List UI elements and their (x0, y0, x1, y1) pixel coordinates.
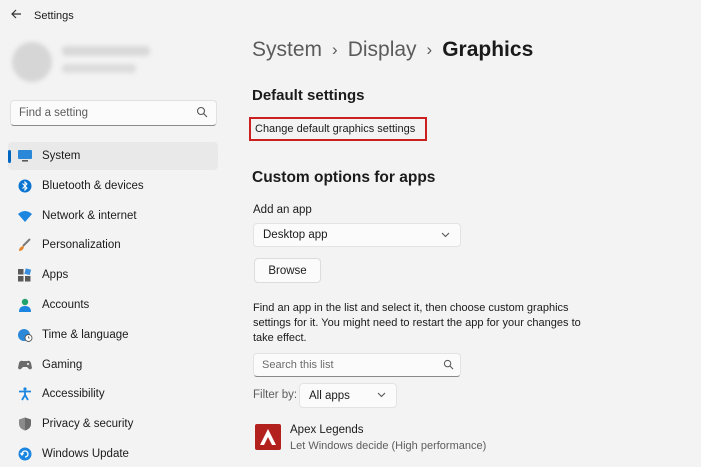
user-name-redacted (62, 46, 150, 56)
find-setting-placeholder: Find a setting (19, 107, 89, 119)
filter-by-label: Filter by: (253, 389, 298, 401)
apex-legends-icon (255, 424, 281, 450)
breadcrumb-system[interactable]: System (252, 38, 322, 62)
sidebar-item-label: Windows Update (42, 447, 129, 460)
update-icon (18, 447, 32, 461)
page-title: Graphics (442, 38, 534, 61)
sidebar-item-label: Privacy & security (42, 418, 134, 431)
search-icon (443, 359, 454, 370)
apps-icon (18, 268, 32, 282)
change-default-graphics-label: Change default graphics settings (255, 123, 416, 135)
gamepad-icon (18, 360, 32, 369)
sidebar-item-label: Network & internet (42, 209, 137, 222)
instructions-text: Find an app in the list and select it, t… (253, 302, 581, 344)
sidebar-item-label: Personalization (42, 239, 121, 252)
sidebar-nav: System Bluetooth & devices Network & int… (8, 142, 218, 467)
back-button[interactable] (6, 4, 26, 24)
custom-options-heading: Custom options for apps (252, 169, 436, 186)
chevron-down-icon (377, 392, 386, 398)
browse-button[interactable]: Browse (254, 258, 321, 283)
breadcrumb: System › Display › Graphics (252, 38, 533, 62)
sidebar-item-windows-update[interactable]: Windows Update (8, 440, 218, 467)
title-bar: Settings (0, 0, 701, 30)
sidebar-item-accounts[interactable]: Accounts (8, 291, 218, 319)
app-title: Settings (34, 10, 74, 22)
sidebar-item-label: Gaming (42, 358, 83, 371)
chevron-down-icon (441, 232, 450, 238)
browse-button-label: Browse (268, 264, 307, 277)
app-type-dropdown[interactable]: Desktop app (253, 223, 461, 247)
add-app-label: Add an app (253, 204, 312, 216)
search-list-placeholder: Search this list (262, 359, 334, 371)
brush-icon (19, 238, 31, 252)
sidebar-item-privacy-security[interactable]: Privacy & security (8, 410, 218, 438)
wifi-icon (18, 210, 32, 222)
find-setting-input[interactable]: Find a setting (10, 100, 217, 126)
bluetooth-icon (18, 179, 32, 193)
breadcrumb-display[interactable]: Display (348, 38, 417, 62)
sidebar-item-accessibility[interactable]: Accessibility (8, 380, 218, 408)
sidebar-item-system[interactable]: System (8, 142, 218, 170)
sidebar-item-label: Accessibility (42, 388, 105, 401)
sidebar-item-time-language[interactable]: Time & language (8, 321, 218, 349)
sidebar-item-apps[interactable]: Apps (8, 261, 218, 289)
filter-value: All apps (309, 389, 350, 402)
sidebar-item-label: Apps (42, 269, 69, 282)
sidebar-item-label: Bluetooth & devices (42, 179, 144, 192)
sidebar-item-bluetooth[interactable]: Bluetooth & devices (8, 172, 218, 200)
globe-clock-icon (18, 328, 33, 342)
sidebar-item-label: System (42, 150, 81, 162)
sidebar-item-gaming[interactable]: Gaming (8, 351, 218, 379)
monitor-icon (18, 150, 32, 162)
person-icon (19, 298, 31, 312)
back-arrow-icon (11, 9, 21, 19)
app-type-value: Desktop app (263, 229, 328, 241)
sidebar-item-personalization[interactable]: Personalization (8, 231, 218, 259)
shield-icon (19, 417, 31, 431)
app-list-item[interactable]: Apex Legends Let Windows decide (High pe… (253, 420, 553, 456)
breadcrumb-separator-icon: › (426, 40, 433, 59)
breadcrumb-separator-icon: › (332, 40, 338, 59)
app-graphics-setting: Let Windows decide (High performance) (290, 440, 487, 452)
user-email-redacted (62, 64, 136, 73)
accessibility-icon (19, 387, 31, 401)
search-icon (196, 106, 208, 118)
sidebar-item-network[interactable]: Network & internet (8, 202, 218, 230)
avatar (12, 42, 52, 82)
sidebar-item-label: Time & language (42, 328, 129, 341)
apex-logo-icon (260, 429, 276, 445)
search-list-input[interactable]: Search this list (253, 353, 461, 377)
change-default-graphics-link[interactable]: Change default graphics settings (249, 117, 427, 141)
app-name: Apex Legends (290, 424, 364, 436)
sidebar-item-label: Accounts (42, 298, 90, 311)
default-settings-heading: Default settings (252, 87, 365, 104)
filter-dropdown[interactable]: All apps (299, 383, 397, 408)
user-profile[interactable] (12, 40, 152, 84)
